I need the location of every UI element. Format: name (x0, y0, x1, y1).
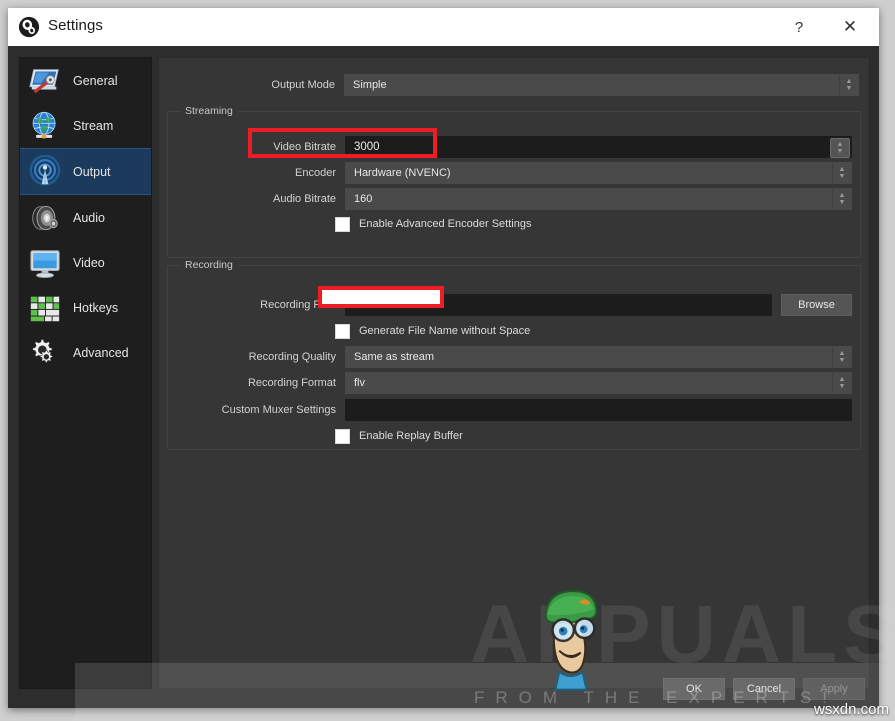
hotkeys-keyboard-icon (26, 289, 64, 327)
output-mode-row: Output Mode Simple ▲▼ (159, 74, 859, 96)
sidebar-item-label: Hotkeys (73, 301, 118, 315)
video-bitrate-input[interactable]: 3000 ▲▼ (345, 136, 852, 158)
output-settings-panel: Output Mode Simple ▲▼ Streaming Video Bi… (158, 57, 870, 689)
output-mode-label: Output Mode (159, 79, 344, 91)
close-button[interactable]: ✕ (827, 8, 873, 46)
window-title: Settings (48, 17, 103, 34)
window-body: General (8, 46, 879, 708)
cancel-button[interactable]: Cancel (733, 678, 795, 700)
sidebar-item-video[interactable]: Video (20, 240, 151, 285)
generate-no-space-checkbox[interactable] (335, 324, 350, 339)
recording-quality-spinner-icon[interactable]: ▲▼ (832, 347, 851, 367)
encoder-label: Encoder (168, 167, 345, 179)
recording-quality-label: Recording Quality (168, 351, 345, 363)
sidebar-item-output[interactable]: Output (20, 148, 151, 195)
ok-button[interactable]: OK (663, 678, 725, 700)
encoder-spinner-icon[interactable]: ▲▼ (832, 163, 851, 183)
general-monitor-wrench-icon (26, 62, 64, 100)
output-mode-spinner-icon[interactable]: ▲▼ (839, 75, 858, 95)
sidebar-item-general[interactable]: General (20, 58, 151, 103)
custom-muxer-label: Custom Muxer Settings (168, 404, 345, 416)
recording-format-spinner-icon[interactable]: ▲▼ (832, 373, 851, 393)
audio-speaker-icon (26, 199, 64, 237)
replay-buffer-checkbox-row[interactable]: Enable Replay Buffer (335, 428, 463, 444)
sidebar-item-label: General (73, 74, 117, 88)
sidebar-item-label: Output (73, 165, 111, 179)
custom-muxer-row: Custom Muxer Settings (168, 399, 852, 421)
streaming-group-title: Streaming (180, 105, 238, 117)
sidebar-item-hotkeys[interactable]: Hotkeys (20, 285, 151, 330)
audio-bitrate-spinner-icon[interactable]: ▲▼ (832, 189, 851, 209)
sidebar-item-stream[interactable]: Stream (20, 103, 151, 148)
obs-logo-icon (18, 16, 40, 38)
recording-group-title: Recording (180, 259, 238, 271)
video-bitrate-value: 3000 (346, 141, 380, 153)
audio-bitrate-combobox[interactable]: 160 ▲▼ (345, 188, 852, 210)
apply-button[interactable]: Apply (803, 678, 865, 700)
recording-quality-row: Recording Quality Same as stream ▲▼ (168, 346, 852, 368)
advanced-encoder-checkbox[interactable] (335, 217, 350, 232)
encoder-row: Encoder Hardware (NVENC) ▲▼ (168, 162, 852, 184)
sidebar-item-label: Audio (73, 211, 105, 225)
audio-bitrate-value: 160 (346, 193, 372, 205)
settings-window: Settings ? ✕ (8, 8, 879, 708)
dialog-footer: OK Cancel Apply (663, 678, 865, 700)
recording-path-row: Recording Path Browse (168, 294, 852, 316)
sidebar-item-audio[interactable]: Audio (20, 195, 151, 240)
encoder-value: Hardware (NVENC) (346, 167, 451, 179)
encoder-combobox[interactable]: Hardware (NVENC) ▲▼ (345, 162, 852, 184)
settings-sidebar: General (19, 57, 152, 689)
recording-format-combobox[interactable]: flv ▲▼ (345, 372, 852, 394)
video-bitrate-label: Video Bitrate (168, 141, 345, 153)
advanced-encoder-checkbox-row[interactable]: Enable Advanced Encoder Settings (335, 216, 531, 232)
generate-no-space-checkbox-row[interactable]: Generate File Name without Space (335, 323, 530, 339)
recording-quality-combobox[interactable]: Same as stream ▲▼ (345, 346, 852, 368)
custom-muxer-input[interactable] (345, 399, 852, 421)
output-mode-value: Simple (345, 79, 387, 91)
output-mode-combobox[interactable]: Simple ▲▼ (344, 74, 859, 96)
output-broadcast-icon (26, 153, 64, 191)
screenshot-root: Settings ? ✕ (0, 0, 895, 721)
advanced-encoder-label: Enable Advanced Encoder Settings (359, 218, 531, 230)
sidebar-item-label: Stream (73, 119, 113, 133)
sidebar-item-advanced[interactable]: Advanced (20, 330, 151, 375)
stream-globe-icon (26, 107, 64, 145)
recording-format-value: flv (346, 377, 365, 389)
sidebar-item-label: Advanced (73, 346, 129, 360)
replay-buffer-label: Enable Replay Buffer (359, 430, 463, 442)
generate-no-space-label: Generate File Name without Space (359, 325, 530, 337)
audio-bitrate-row: Audio Bitrate 160 ▲▼ (168, 188, 852, 210)
help-button[interactable]: ? (776, 8, 822, 46)
recording-quality-value: Same as stream (346, 351, 434, 363)
recording-format-label: Recording Format (168, 377, 345, 389)
recording-path-redaction-box (318, 286, 444, 308)
video-bitrate-spinner-icon[interactable]: ▲▼ (830, 138, 850, 158)
streaming-group: Streaming Video Bitrate 3000 ▲▼ Encoder (167, 111, 861, 258)
replay-buffer-checkbox[interactable] (335, 429, 350, 444)
audio-bitrate-label: Audio Bitrate (168, 193, 345, 205)
video-monitor-icon (26, 244, 64, 282)
recording-group: Recording Recording Path Browse Generate… (167, 265, 861, 450)
video-bitrate-row: Video Bitrate 3000 ▲▼ (168, 136, 852, 158)
sidebar-item-label: Video (73, 256, 105, 270)
advanced-gears-icon (26, 334, 64, 372)
recording-format-row: Recording Format flv ▲▼ (168, 372, 852, 394)
browse-button[interactable]: Browse (781, 294, 852, 316)
title-bar: Settings ? ✕ (8, 8, 879, 47)
